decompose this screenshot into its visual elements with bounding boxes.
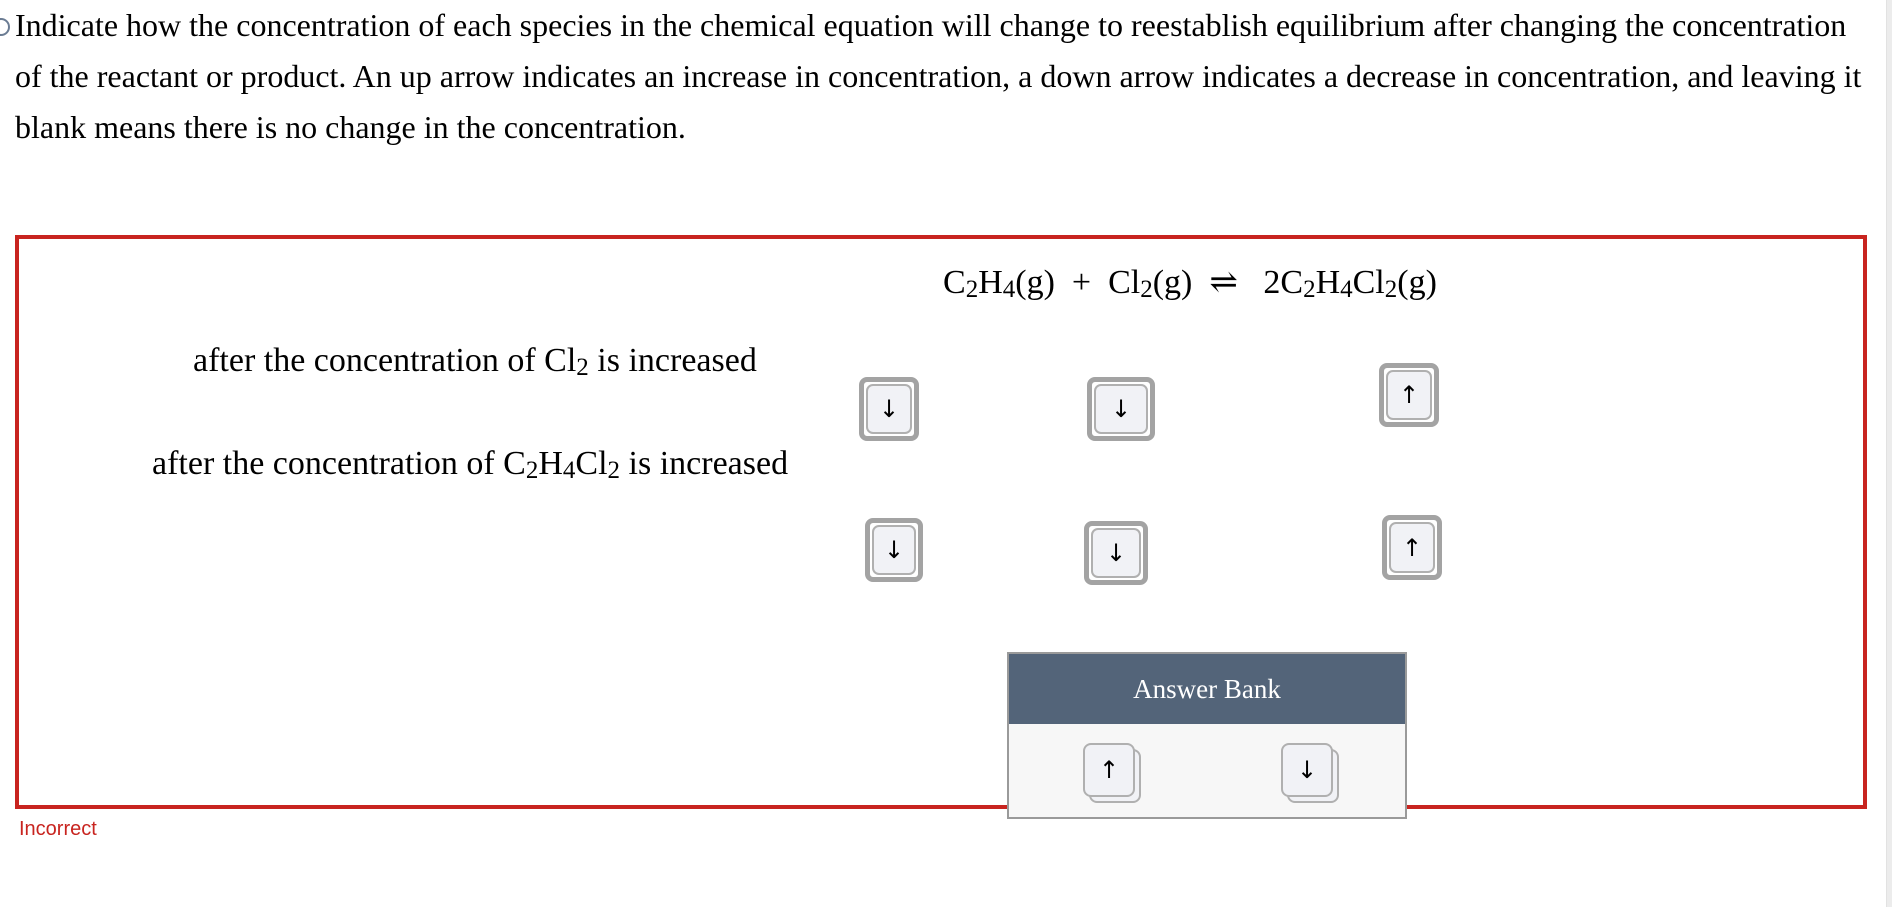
answer-bank-item-down[interactable]: ↓ <box>1281 743 1339 803</box>
reactant-c2h4: C2H4(g) <box>943 264 1055 303</box>
equilibrium-arrow-icon: ⇌ <box>1209 264 1238 301</box>
answer-bank-item-up[interactable]: ↑ <box>1083 743 1141 803</box>
scrollbar[interactable] <box>1886 0 1892 907</box>
down-arrow-icon[interactable]: ↓ <box>1281 743 1333 797</box>
up-arrow-icon[interactable]: ↑ <box>1083 743 1135 797</box>
answer-status: Incorrect <box>19 818 97 840</box>
drop-zone-row1-c2h4cl2[interactable]: ↑ <box>1379 363 1439 427</box>
question-number-marker <box>0 18 10 36</box>
drop-zone-row1-c2h4[interactable]: ↓ <box>859 377 919 441</box>
plus-sign: + <box>1071 264 1092 301</box>
question-prompt: Indicate how the concentration of each s… <box>15 7 1862 145</box>
drop-zone-row2-c2h4cl2[interactable]: ↑ <box>1382 515 1442 580</box>
down-arrow-icon[interactable]: ↓ <box>1094 384 1148 434</box>
answer-bank: Answer Bank ↑ ↓ <box>1007 652 1407 819</box>
answer-bank-title: Answer Bank <box>1009 654 1405 724</box>
answer-area-frame <box>15 235 1867 809</box>
row-label-cl2-increased: after the concentration of Cl2 is increa… <box>193 342 757 381</box>
drop-zone-row2-cl2[interactable]: ↓ <box>1084 521 1148 585</box>
reactant-cl2: Cl2(g) <box>1108 264 1193 303</box>
product-c2h4cl2: 2C2H4Cl2(g) <box>1263 264 1437 303</box>
drop-zone-row1-cl2[interactable]: ↓ <box>1087 377 1155 441</box>
down-arrow-icon[interactable]: ↓ <box>1091 528 1141 578</box>
up-arrow-icon[interactable]: ↑ <box>1389 522 1435 573</box>
row-label-c2h4cl2-increased: after the concentration of C2H4Cl2 is in… <box>152 445 789 484</box>
up-arrow-icon[interactable]: ↑ <box>1386 370 1432 420</box>
chemical-equation: C2H4(g) + Cl2(g) ⇌ 2C2H4Cl2(g) <box>943 262 1437 303</box>
drop-zone-row2-c2h4[interactable]: ↓ <box>865 518 923 582</box>
down-arrow-icon[interactable]: ↓ <box>872 525 916 575</box>
down-arrow-icon[interactable]: ↓ <box>866 384 912 434</box>
